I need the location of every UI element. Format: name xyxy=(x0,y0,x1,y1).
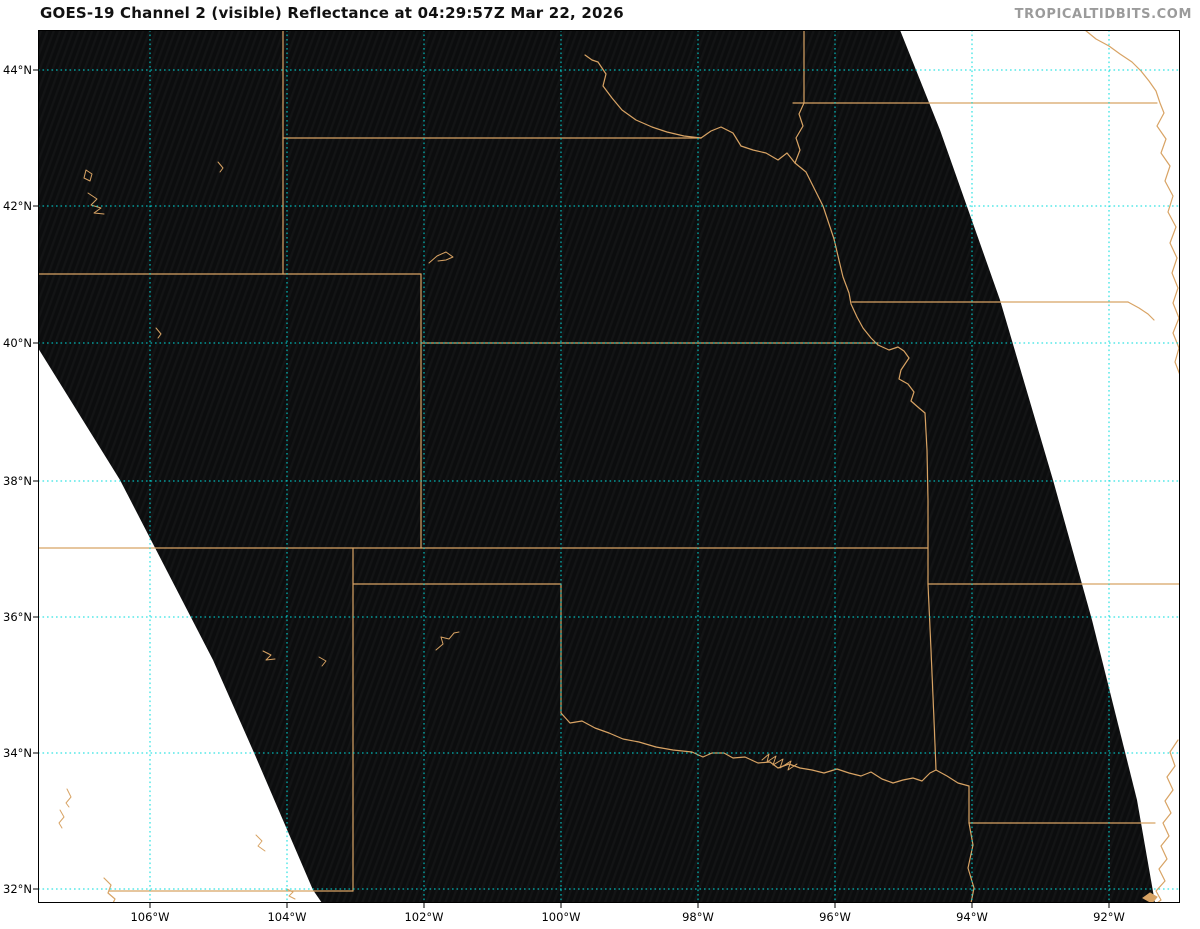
lon-tick-label: 104°W xyxy=(267,910,307,924)
lat-tick-label: 36°N xyxy=(3,610,32,624)
map-canvas xyxy=(33,30,1180,908)
lon-tick-label: 94°W xyxy=(956,910,988,924)
lake-elephant-butte xyxy=(58,788,72,829)
river-mississippi-lower xyxy=(1155,739,1179,903)
lon-tick-label: 98°W xyxy=(682,910,714,924)
river-des-moines xyxy=(1127,301,1155,321)
lon-tick-label: 106°W xyxy=(130,910,170,924)
river-mississippi-upper xyxy=(1084,30,1180,376)
lon-tick-label: 100°W xyxy=(541,910,581,924)
lon-tick-label: 92°W xyxy=(1093,910,1125,924)
lon-tick-label: 96°W xyxy=(819,910,851,924)
lat-tick-label: 32°N xyxy=(3,882,32,896)
lat-tick-label: 44°N xyxy=(3,63,32,77)
lake-carlsbad xyxy=(255,834,266,852)
scanline-texture xyxy=(38,30,1155,903)
lat-tick-label: 42°N xyxy=(3,199,32,213)
lat-tick-label: 34°N xyxy=(3,746,32,760)
lat-tick-label: 40°N xyxy=(3,336,32,350)
satellite-map-page: GOES-19 Channel 2 (visible) Reflectance … xyxy=(0,0,1200,929)
lat-tick-label: 38°N xyxy=(3,474,32,488)
lon-tick-label: 102°W xyxy=(404,910,444,924)
